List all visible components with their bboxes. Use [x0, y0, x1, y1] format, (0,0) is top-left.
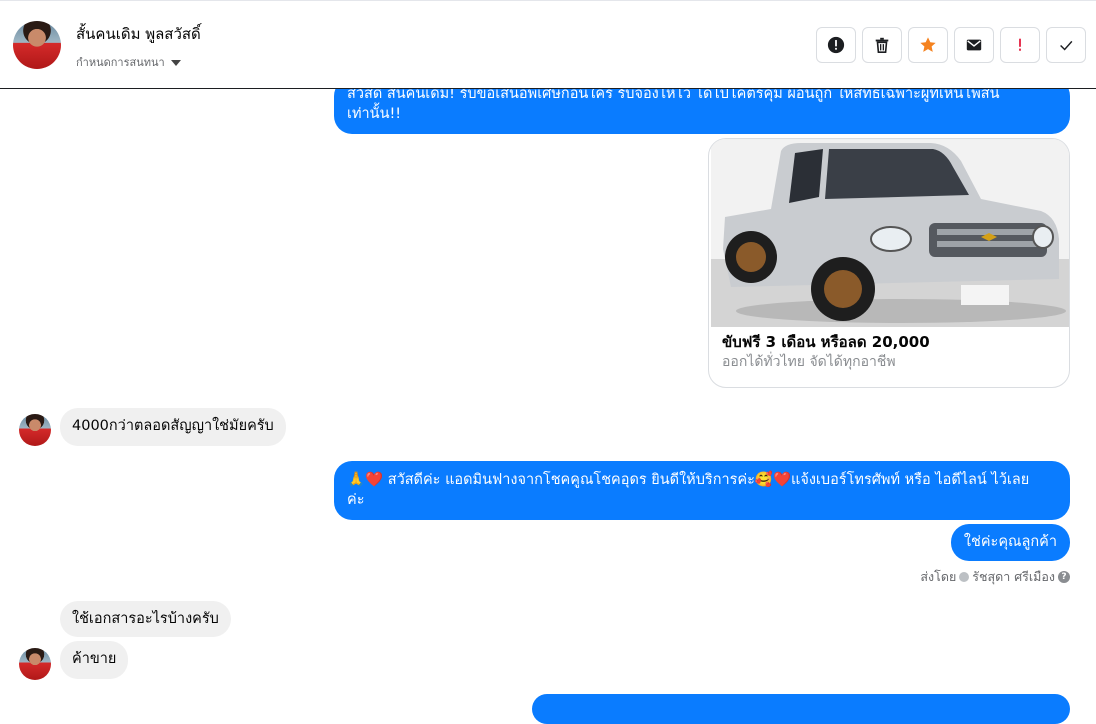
card-subtitle: ออกได้ทั่วไทย จัดได้ทุกอาชีพ — [722, 354, 896, 370]
outgoing-message[interactable] — [532, 694, 1070, 724]
incoming-message[interactable]: 4000กว่าตลอดสัญญาใช่มัยครับ — [60, 408, 286, 446]
outgoing-message[interactable]: 🙏❤️ สวัสดีค่ะ แอดมินฟางจากโชคคูณโชคอุดร … — [334, 461, 1070, 520]
incoming-message[interactable]: ใช้เอกสารอะไรบ้างครับ — [60, 601, 231, 637]
message-text-line: ค่ะ — [347, 492, 365, 508]
sent-by-agent[interactable]: รัชสุดา ศรีเมือง — [972, 567, 1055, 587]
agent-avatar-icon — [959, 572, 970, 582]
mail-icon — [966, 39, 982, 51]
check-icon — [1060, 40, 1073, 51]
exclamation-icon — [1019, 38, 1021, 51]
contact-avatar[interactable] — [19, 414, 51, 446]
pickup-truck-icon — [711, 139, 1069, 327]
report-button[interactable] — [816, 27, 856, 63]
delete-button[interactable] — [862, 27, 902, 63]
sent-by-prefix: ส่งโดย — [920, 569, 957, 584]
trash-icon — [875, 37, 889, 54]
header-actions — [816, 27, 1086, 63]
alert-circle-icon — [827, 36, 845, 54]
truck-image — [711, 139, 1069, 327]
mark-done-button[interactable] — [1046, 27, 1086, 63]
conversation-header: สั้นคนเดิม พูลสวัสดิ์ กำหนดการสนทนา — [0, 0, 1096, 89]
star-icon — [920, 37, 936, 52]
schedule-label: กำหนดการสนทนา — [76, 56, 165, 69]
mail-button[interactable] — [954, 27, 994, 63]
promo-card[interactable]: ขับฟรี 3 เดือน หรือลด 20,000 ออกได้ทั่วไ… — [708, 138, 1070, 388]
incoming-message[interactable]: ค้าขาย — [60, 641, 129, 679]
contact-name[interactable]: สั้นคนเดิม พูลสวัสดิ์ — [76, 22, 201, 46]
important-button[interactable] — [1000, 27, 1040, 63]
message-text-line: เท่านั้น!! — [347, 106, 402, 122]
outgoing-message[interactable]: ใช่ค่ะคุณลูกค้า — [950, 524, 1070, 561]
star-button[interactable] — [908, 27, 948, 63]
contact-avatar[interactable] — [13, 21, 61, 69]
contact-avatar[interactable] — [19, 648, 51, 680]
schedule-dropdown[interactable]: กำหนดการสนทนา — [76, 53, 181, 71]
message-text-line: 🙏❤️ สวัสดีค่ะ แอดมินฟางจากโชคคูณโชคอุดร … — [347, 472, 1030, 488]
help-icon[interactable]: ? — [1058, 571, 1070, 583]
caret-down-icon — [170, 59, 181, 66]
sent-by-label: ส่งโดย รัชสุดา ศรีเมือง ? — [920, 567, 1070, 587]
